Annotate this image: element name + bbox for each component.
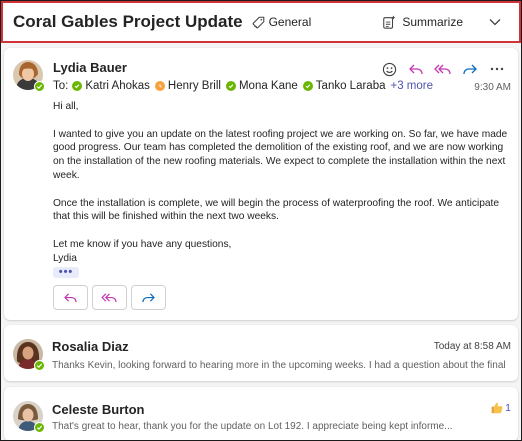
- reply-button[interactable]: [403, 59, 429, 79]
- message-timestamp: 9:30 AM: [474, 82, 511, 93]
- body-paragraph: Let me know if you have any questions,: [53, 238, 232, 250]
- message-card-collapsed[interactable]: Rosalia Diaz Today at 8:58 AM Thanks Kev…: [4, 325, 518, 381]
- message-timestamp: Today at 8:58 AM: [433, 341, 511, 352]
- reply-icon: [64, 292, 77, 302]
- message-card-expanded: Lydia Bauer To: Katri Ahokas Henry Brill…: [4, 48, 518, 320]
- reply-all-icon: [434, 64, 451, 74]
- presence-away-icon: [154, 81, 165, 91]
- avatar: [13, 60, 45, 92]
- presence-badge: [34, 81, 45, 92]
- reply-button[interactable]: [53, 285, 88, 310]
- presence-available-icon: [72, 81, 83, 91]
- presence-available-icon: [302, 81, 313, 91]
- body-paragraph: I wanted to give you an update on the la…: [53, 128, 508, 181]
- quick-reply-actions: [53, 285, 170, 310]
- recipients-line: To: Katri Ahokas Henry Brill Mona Kane T…: [53, 80, 433, 92]
- recipient[interactable]: Mona Kane: [225, 80, 298, 92]
- recipient[interactable]: Katri Ahokas: [72, 80, 150, 92]
- reply-all-icon: [101, 292, 117, 302]
- forward-icon: [463, 64, 477, 74]
- sender-name[interactable]: Lydia Bauer: [53, 60, 127, 75]
- forward-button[interactable]: [131, 285, 166, 310]
- reply-all-button[interactable]: [92, 285, 127, 310]
- recipient-name: Katri Ahokas: [85, 80, 150, 92]
- conversation-subject: Coral Gables Project Update: [13, 12, 243, 31]
- summarize-label: Summarize: [402, 15, 463, 29]
- check-icon: [36, 84, 43, 89]
- emoji-button[interactable]: [376, 59, 402, 79]
- collapse-button[interactable]: [489, 18, 501, 26]
- message-card-collapsed[interactable]: Celeste Burton 1 That's great to hear, t…: [4, 387, 518, 440]
- forward-button[interactable]: [457, 59, 483, 79]
- sender-name[interactable]: Celeste Burton: [52, 402, 144, 417]
- message-body: Hi all, I wanted to give you an update o…: [53, 100, 513, 266]
- recipient[interactable]: Tanko Laraba: [302, 80, 386, 92]
- category-tag-label: General: [268, 15, 312, 29]
- reply-all-button[interactable]: [430, 59, 456, 79]
- more-actions-button[interactable]: [484, 59, 510, 79]
- forward-icon: [142, 292, 155, 302]
- category-tag[interactable]: General: [252, 15, 312, 29]
- reaction-count: 1: [505, 401, 511, 414]
- message-preview: Thanks Kevin, looking forward to hearing…: [52, 360, 506, 371]
- recipient-name: Mona Kane: [238, 80, 298, 92]
- signature: Lydia: [53, 252, 77, 264]
- reaction-badge[interactable]: 1: [490, 401, 511, 414]
- to-label: To:: [53, 80, 69, 92]
- recipient-name: Henry Brill: [167, 80, 221, 92]
- summarize-sparkle-icon: [383, 15, 396, 29]
- presence-badge: [34, 422, 45, 433]
- chevron-down-icon: [489, 19, 501, 26]
- check-icon: [36, 425, 43, 430]
- reply-icon: [409, 64, 423, 74]
- body-paragraph: Hi all,: [53, 101, 79, 112]
- summarize-button[interactable]: Summarize: [382, 15, 463, 30]
- recipient-name: Tanko Laraba: [315, 80, 386, 92]
- more-recipients-link[interactable]: +3 more: [391, 80, 434, 92]
- show-quoted-text-button[interactable]: •••: [53, 267, 79, 278]
- message-actions: [375, 59, 510, 79]
- presence-badge: [34, 360, 45, 371]
- emoji-icon: [382, 62, 396, 76]
- more-icon: [490, 67, 504, 71]
- recipient[interactable]: Henry Brill: [154, 80, 221, 92]
- check-icon: [36, 363, 43, 368]
- thumbs-up-icon: [491, 402, 503, 414]
- avatar: [13, 401, 45, 433]
- sender-name[interactable]: Rosalia Diaz: [52, 339, 129, 354]
- message-preview: That's great to hear, thank you for the …: [52, 421, 453, 432]
- conversation-header: Coral Gables Project Update General Summ…: [1, 1, 521, 43]
- reading-pane: Coral Gables Project Update General Summ…: [0, 0, 522, 441]
- tag-icon: [252, 16, 264, 28]
- avatar: [13, 339, 45, 371]
- presence-available-icon: [225, 81, 236, 91]
- body-paragraph: Once the installation is complete, we wi…: [53, 197, 500, 223]
